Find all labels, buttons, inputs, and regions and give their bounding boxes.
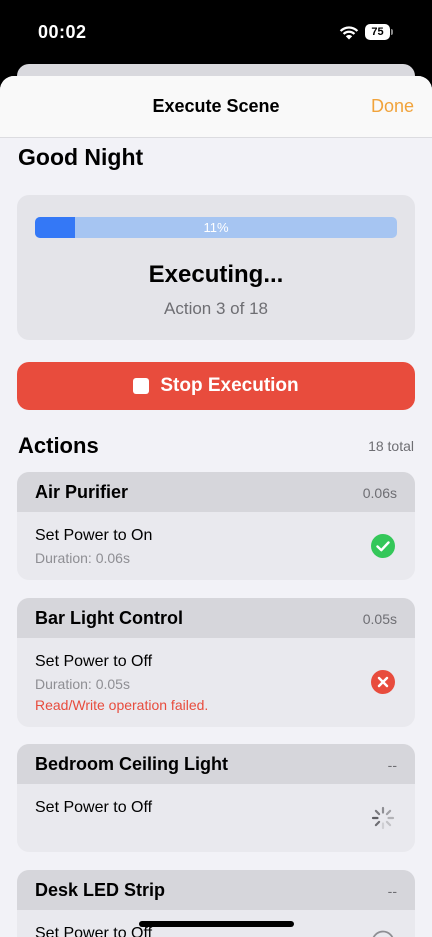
nav-bar: Execute Scene Done: [0, 76, 432, 138]
action-card: Bar Light Control 0.05s Set Power to Off…: [17, 598, 415, 727]
action-name: Bar Light Control: [35, 608, 183, 628]
actions-header: Actions: [18, 433, 99, 458]
action-header: Air Purifier 0.06s: [17, 472, 415, 512]
battery-level: 75: [365, 24, 390, 40]
execute-scene-sheet: Execute Scene Done Good Night 11% Execut…: [0, 76, 432, 937]
success-icon: [371, 534, 395, 558]
battery-cap: [391, 29, 393, 35]
action-header: Bar Light Control 0.05s: [17, 598, 415, 638]
action-time: 0.05s: [362, 611, 397, 627]
execution-status-subtitle: Action 3 of 18: [164, 299, 268, 318]
action-name: Bedroom Ceiling Light: [35, 754, 228, 774]
loading-spinner-icon: [371, 806, 395, 830]
status-time: 00:02: [38, 22, 87, 42]
pending-icon: [372, 930, 394, 937]
progress-card: 11% Executing... Action 3 of 18: [17, 195, 415, 340]
wifi-icon: [339, 26, 359, 40]
status-bar: 00:02 75: [0, 0, 432, 66]
stop-execution-button[interactable]: Stop Execution: [17, 362, 415, 410]
stop-icon: [133, 378, 150, 394]
action-error: Read/Write operation failed.: [35, 697, 209, 713]
progress-bar: 11%: [35, 217, 397, 238]
home-indicator: [139, 921, 294, 927]
action-card: Air Purifier 0.06s Set Power to On Durat…: [17, 472, 415, 580]
actions-count: 18 total: [368, 438, 414, 454]
execution-status-title: Executing...: [148, 261, 284, 288]
action-description: Set Power to Off: [35, 799, 153, 816]
action-card: Bedroom Ceiling Light -- Set Power to Of…: [17, 744, 415, 852]
action-time: 0.06s: [362, 485, 397, 501]
nav-title: Execute Scene: [152, 96, 280, 116]
action-header: Bedroom Ceiling Light --: [17, 744, 415, 784]
action-description: Set Power to On: [35, 527, 153, 544]
battery-icon: 75: [365, 24, 393, 40]
progress-percent: 11%: [203, 220, 229, 235]
action-name: Air Purifier: [35, 482, 129, 502]
action-description: Set Power to Off: [35, 653, 153, 670]
stop-execution-label: Stop Execution: [160, 375, 299, 396]
action-duration: Duration: 0.06s: [35, 550, 130, 566]
action-header: Desk LED Strip --: [17, 870, 415, 910]
scene-name: Good Night: [18, 144, 144, 170]
action-name: Desk LED Strip: [35, 880, 166, 900]
action-duration: Duration: 0.05s: [35, 676, 130, 692]
action-time: --: [387, 757, 397, 773]
action-time: --: [387, 883, 397, 899]
action-description: Set Power to Off: [35, 925, 153, 937]
error-icon: [371, 670, 395, 694]
done-button[interactable]: Done: [371, 96, 414, 117]
